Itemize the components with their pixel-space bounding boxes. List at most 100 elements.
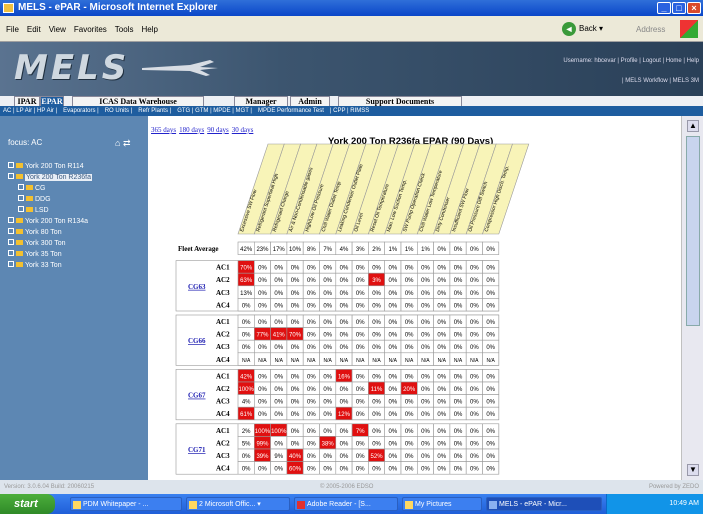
cell-value: 0% xyxy=(470,333,479,339)
maximize-button[interactable]: □ xyxy=(672,2,686,14)
minimize-button[interactable]: _ xyxy=(657,2,671,14)
menu-edit[interactable]: Edit xyxy=(27,25,41,34)
workflow-links[interactable]: | MELS Workflow | MELS 3M xyxy=(622,78,699,84)
tree-item[interactable]: York 33 Ton xyxy=(8,261,62,269)
subnav-gtg[interactable]: GTG | GTM | MPDE | MGT | xyxy=(177,108,252,114)
tree-item[interactable]: York 200 Ton R114 xyxy=(8,162,84,170)
cell-value: N/A xyxy=(340,358,349,364)
subnav-refr-plants[interactable]: Refr Plants | xyxy=(138,108,171,114)
sub-navigation: AC | LP Air | HP Air | Evaporators | RO Un… xyxy=(0,106,703,116)
ship-link[interactable]: CG67 xyxy=(188,392,206,400)
version-text: Version: 3.0.6.04 Build: 20060215 xyxy=(4,484,95,490)
task-label: My Pictures xyxy=(415,501,452,508)
cell-value: 0% xyxy=(340,467,349,473)
subnav-cpp[interactable]: | CPP | RIMSS xyxy=(330,108,369,114)
cell-value: N/A xyxy=(275,358,284,364)
expand-icon[interactable] xyxy=(8,239,14,245)
cell-value: N/A xyxy=(323,358,332,364)
tab-icas-data-warehouse[interactable]: ICAS Data Warehouse xyxy=(72,96,204,106)
ship-link[interactable]: CG71 xyxy=(188,446,206,454)
vertical-scrollbar[interactable]: ▲ ▼ xyxy=(681,116,703,480)
cell-value: 0% xyxy=(274,387,283,393)
subnav-ac[interactable]: AC | LP Air | HP Air | xyxy=(3,108,57,114)
tree-item[interactable]: York 300 Ton xyxy=(8,239,65,247)
subnav-evaporators[interactable]: Evaporators | xyxy=(63,108,99,114)
user-links[interactable]: Username: hbcevar | Profile | Logout | H… xyxy=(563,58,699,64)
tab-ipar[interactable]: IPAR xyxy=(14,96,40,106)
ac-unit-label: AC4 xyxy=(216,301,230,309)
task-microsoft-office[interactable]: 2 Microsoft Offic... ▾ xyxy=(186,497,290,511)
menu-view[interactable]: View xyxy=(49,25,66,34)
tree-item[interactable]: York 200 Ton R134a xyxy=(8,217,88,225)
back-button[interactable]: ◄ Back ▾ xyxy=(562,20,618,38)
task-adobe-reader[interactable]: Adobe Reader - [S... xyxy=(294,497,398,511)
cell-value: 0% xyxy=(291,374,300,380)
cell-value: 0% xyxy=(242,303,251,309)
cell-value: N/A xyxy=(486,358,495,364)
scroll-thumb[interactable] xyxy=(686,136,700,326)
refresh-icon[interactable]: ⇄ xyxy=(123,138,131,148)
cell-value: 0% xyxy=(486,320,495,326)
expand-icon[interactable] xyxy=(8,173,14,179)
subnav-ro-units[interactable]: RO Units | xyxy=(105,108,133,114)
title-bar: MELS - ePAR - Microsoft Internet Explore… xyxy=(0,0,703,16)
start-button[interactable]: start xyxy=(0,494,55,514)
task-pdm-whitepaper[interactable]: PDM Whitepaper - ... xyxy=(70,497,182,511)
tree-item[interactable]: LSD xyxy=(18,206,49,214)
ship-link[interactable]: CG66 xyxy=(188,337,206,345)
expand-icon[interactable] xyxy=(8,228,14,234)
cell-value: 0% xyxy=(454,429,463,435)
cell-value: 0% xyxy=(454,333,463,339)
cell-value: 9% xyxy=(274,454,283,460)
cell-value: 0% xyxy=(470,278,479,284)
expand-icon[interactable] xyxy=(18,184,24,190)
cell-value: 0% xyxy=(421,320,430,326)
tree-item[interactable]: York 200 Ton R236fa xyxy=(8,173,92,181)
cell-value: 0% xyxy=(486,303,495,309)
tree-item[interactable]: York 80 Ton xyxy=(8,228,62,236)
task-my-pictures[interactable]: My Pictures xyxy=(402,497,482,511)
cell-value: 0% xyxy=(486,333,495,339)
word-doc-icon xyxy=(73,501,81,509)
expand-icon[interactable] xyxy=(8,217,14,223)
ac-unit-label: AC2 xyxy=(216,276,230,284)
expand-icon[interactable] xyxy=(8,162,14,168)
fleet-value: 8% xyxy=(307,247,316,253)
fleet-value: 23% xyxy=(256,247,269,253)
tree-item[interactable]: CG xyxy=(18,184,46,192)
subnav-mpde-test[interactable]: MPDE Performance Test xyxy=(258,108,324,114)
cell-value: 0% xyxy=(454,387,463,393)
cell-value: N/A xyxy=(307,358,316,364)
ac-unit-label: AC2 xyxy=(216,331,230,339)
cell-value: 0% xyxy=(486,387,495,393)
menu-tools[interactable]: Tools xyxy=(115,25,134,34)
home-icon[interactable]: ⌂ xyxy=(115,138,120,148)
ship-link[interactable]: CG63 xyxy=(188,283,206,291)
ie-window: MELS - ePAR - Microsoft Internet Explore… xyxy=(0,0,703,514)
scroll-down-button[interactable]: ▼ xyxy=(687,464,699,476)
close-button[interactable]: × xyxy=(687,2,701,14)
cell-value: 0% xyxy=(323,333,332,339)
tree-item[interactable]: York 35 Ton xyxy=(8,250,62,258)
expand-icon[interactable] xyxy=(18,195,24,201)
scroll-up-button[interactable]: ▲ xyxy=(687,120,699,132)
clock[interactable]: 10:49 AM xyxy=(669,500,699,507)
expand-icon[interactable] xyxy=(8,250,14,256)
menu-file[interactable]: File xyxy=(6,25,19,34)
main-content: 365 days 180 days 90 days 30 days York 200 … xyxy=(148,116,681,480)
cell-value: 0% xyxy=(291,412,300,418)
menu-favorites[interactable]: Favorites xyxy=(74,25,107,34)
folder-icon xyxy=(16,229,23,234)
menu-help[interactable]: Help xyxy=(141,25,157,34)
expand-icon[interactable] xyxy=(18,206,24,212)
cell-value: 0% xyxy=(356,266,365,272)
expand-icon[interactable] xyxy=(8,261,14,267)
tree-item[interactable]: DDG xyxy=(18,195,51,203)
tab-epar[interactable]: EPAR xyxy=(40,96,64,106)
tab-admin[interactable]: Admin xyxy=(290,96,330,106)
cell-value: 0% xyxy=(389,387,398,393)
task-mels-epar[interactable]: MELS - ePAR - Micr... xyxy=(486,497,602,511)
tab-manager[interactable]: Manager xyxy=(234,96,288,106)
tab-support-documents[interactable]: Support Documents xyxy=(338,96,462,106)
cell-value: 0% xyxy=(405,467,414,473)
